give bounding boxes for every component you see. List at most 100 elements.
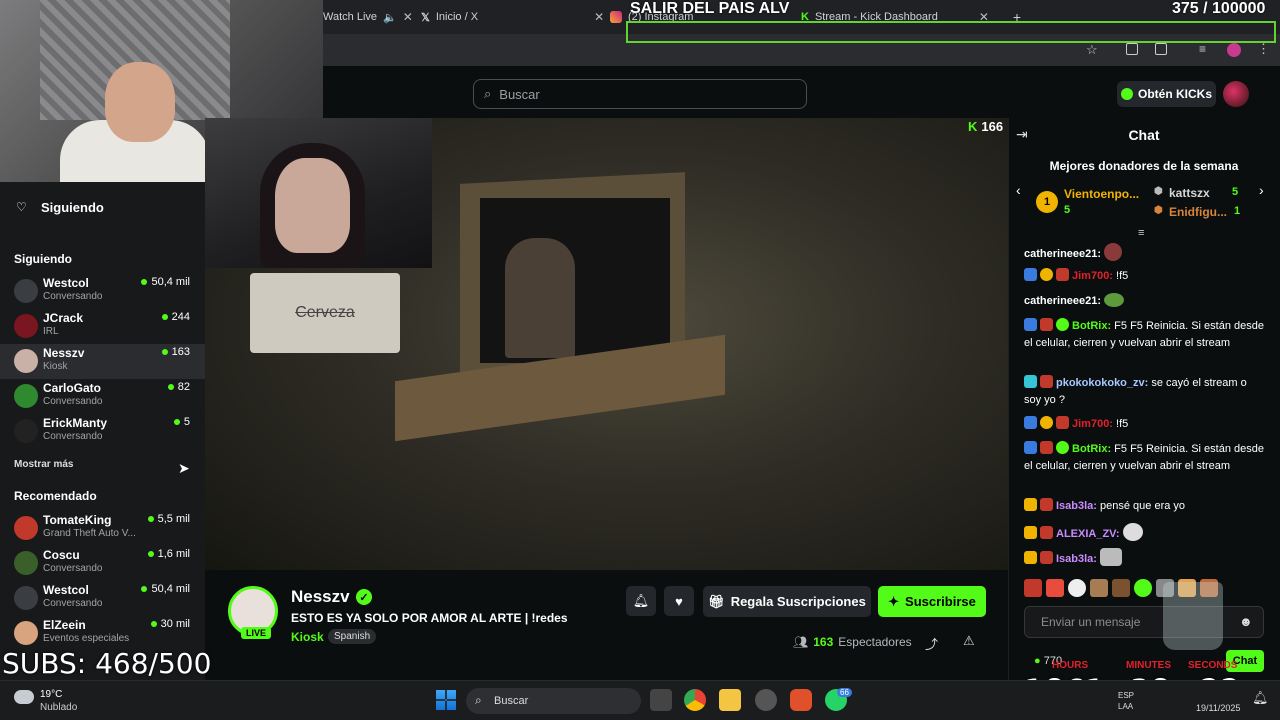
follow-heart-button[interactable]: ♥ [664,586,694,616]
sidebar: ♡ Siguiendo Siguiendo Westcol Conversand… [0,182,205,680]
live-dot-icon [141,279,148,285]
overlay-goal-progress-bar [626,21,1276,43]
tab-label: Watch Live [323,11,378,23]
emoji-picker-icon[interactable]: ☻ [1239,614,1253,629]
viewer-count: 30 mil [150,618,190,630]
chevron-left-icon[interactable]: ‹ [1016,182,1021,198]
weather-description[interactable]: Nublado [40,702,77,713]
viewer-count: 50,4 mil [141,583,190,595]
donor-1-name[interactable]: Vientoenpo... [1064,187,1139,201]
channel-name: Nesszv [43,346,85,360]
user-avatar[interactable] [1223,81,1249,107]
menu-kebab-icon[interactable]: ⋮ [1257,41,1270,57]
channel-category: Conversando [43,598,103,609]
pinned-collapse-icon[interactable]: ≡ [1138,227,1144,239]
share-icon[interactable]: ⤴ [925,634,938,653]
emote-icon[interactable] [1112,579,1130,597]
instagram-icon [610,11,622,23]
taskbar-search[interactable]: ⌕ Buscar [466,688,641,714]
live-dot-icon [173,419,180,425]
overlay-goal-title: SALIR DEL PAIS ALV [630,0,790,17]
sidebar-channel-nesszv[interactable]: Nesszv Kiosk 163 [0,344,205,379]
channel-category: Conversando [43,396,103,407]
subscribe-button[interactable]: ✦ Suscribirse [878,586,986,617]
get-kicks-button[interactable]: Obtén KICKs [1117,81,1216,107]
chrome-icon[interactable] [684,689,706,711]
whatsapp-notification-badge: 66 [837,688,852,697]
emote-icon[interactable] [1024,579,1042,597]
chat-username[interactable]: Jim700: [1072,270,1113,282]
close-icon[interactable]: ✕ [594,10,604,24]
chat-text: !f5 [1116,270,1129,282]
sidebar-channel-westcol[interactable]: Westcol Conversando 50,4 mil [0,274,205,309]
chat-username[interactable]: BotRix: [1072,443,1111,455]
badge-icon [1024,375,1037,388]
emote-icon[interactable] [1046,579,1064,597]
emote-icon[interactable] [1068,579,1086,597]
show-more-link[interactable]: Mostrar más [14,459,73,470]
streamer-name[interactable]: Nesszv [291,587,350,607]
channel-category: Kiosk [43,361,68,372]
weather-temperature[interactable]: 19°C [40,689,62,700]
close-icon[interactable]: ✕ [403,10,413,24]
chat-message: BotRix: F5 F5 Reinicia. Si están desde e… [1024,318,1264,352]
x-logo-icon: 𝕏 [421,11,430,24]
media-icon[interactable]: ≡ [1199,42,1206,56]
webcam-person-face [275,158,350,253]
crown-badge-icon [1024,498,1037,511]
spectators-count: 163 [813,635,834,649]
cloud-weather-icon[interactable] [14,690,34,704]
puzzle-icon[interactable] [1155,43,1167,55]
chat-username[interactable]: ALEXIA_ZV: [1056,528,1120,540]
search-input[interactable]: ⌕ Buscar [473,79,807,109]
sidebar-channel-carlogato[interactable]: CarloGato Conversando 82 [0,379,205,414]
chat-username[interactable]: BotRix: [1072,320,1111,332]
chevron-right-icon[interactable]: › [1259,182,1264,198]
chat-message-input[interactable]: Enviar un mensaje [1024,606,1264,638]
profile-icon[interactable] [1227,43,1241,57]
tab-watch-live[interactable]: Watch Live 🔈 ✕ [323,6,413,28]
sidebar-channel-elzeein[interactable]: ElZeein Eventos especiales 30 mil [0,616,205,651]
avatar [14,384,38,408]
file-explorer-icon[interactable] [719,689,741,711]
chat-username[interactable]: pkokokokoko_zv: [1056,377,1148,389]
taskbar-date[interactable]: 19/11/2025 [1196,703,1240,713]
search-icon: ⌕ [475,693,482,707]
live-dot-icon [147,551,154,557]
extension-icon[interactable] [1126,43,1138,55]
tab-x[interactable]: 𝕏 Inicio / X ✕ [421,6,604,28]
badge-icon [1040,498,1053,511]
donor-2-name[interactable]: kattszx [1169,186,1210,200]
chat-username[interactable]: catherineee21: [1024,248,1101,260]
sidebar-channel-jcrack[interactable]: JCrack IRL 244 [0,309,205,344]
notification-bell-button[interactable]: 🔔︎ [626,586,656,616]
mute-icon[interactable]: 🔈 [383,11,397,24]
language-tag[interactable]: Spanish [328,629,377,644]
sidebar-channel-coscu[interactable]: Coscu Conversando 1,6 mil [0,546,205,581]
sidebar-channel-tomateking[interactable]: TomateKing Grand Theft Auto V... 5,5 mil [0,511,205,546]
app-icon[interactable] [755,689,777,711]
donor-3-name[interactable]: Enidfigu... [1169,205,1227,219]
stream-category[interactable]: Kiosk [291,630,324,644]
viewer-count: 244 [161,311,190,323]
sidebar-channel-erickmanty[interactable]: ErickManty Conversando 5 [0,414,205,449]
notification-bell-icon[interactable]: 🔔︎ [1252,690,1269,706]
emote-icon[interactable] [1134,579,1152,597]
avatar [14,621,38,645]
gift-subscriptions-button[interactable]: 🎁︎ Regala Suscripciones [703,586,871,617]
chat-username[interactable]: Isab3la: [1056,553,1097,565]
emote-icon[interactable] [1090,579,1108,597]
sidebar-channel-westcol-recommended[interactable]: Westcol Conversando 50,4 mil [0,581,205,616]
channel-category: Grand Theft Auto V... [43,528,136,539]
chat-username[interactable]: Isab3la: [1056,500,1097,512]
sidebar-header[interactable]: Siguiendo [41,200,104,215]
keyboard-language[interactable]: ESP LAA [1118,690,1138,712]
viewer-count-value: 50,4 mil [151,583,190,595]
chat-username[interactable]: catherineee21: [1024,295,1101,307]
viewer-count-value: 82 [177,381,190,393]
chat-username[interactable]: Jim700: [1072,418,1113,430]
task-view-icon[interactable] [650,689,672,711]
brave-browser-icon[interactable] [790,689,812,711]
bookmark-star-icon[interactable]: ☆ [1086,42,1098,58]
report-warning-icon[interactable]: ⚠ [963,633,975,649]
